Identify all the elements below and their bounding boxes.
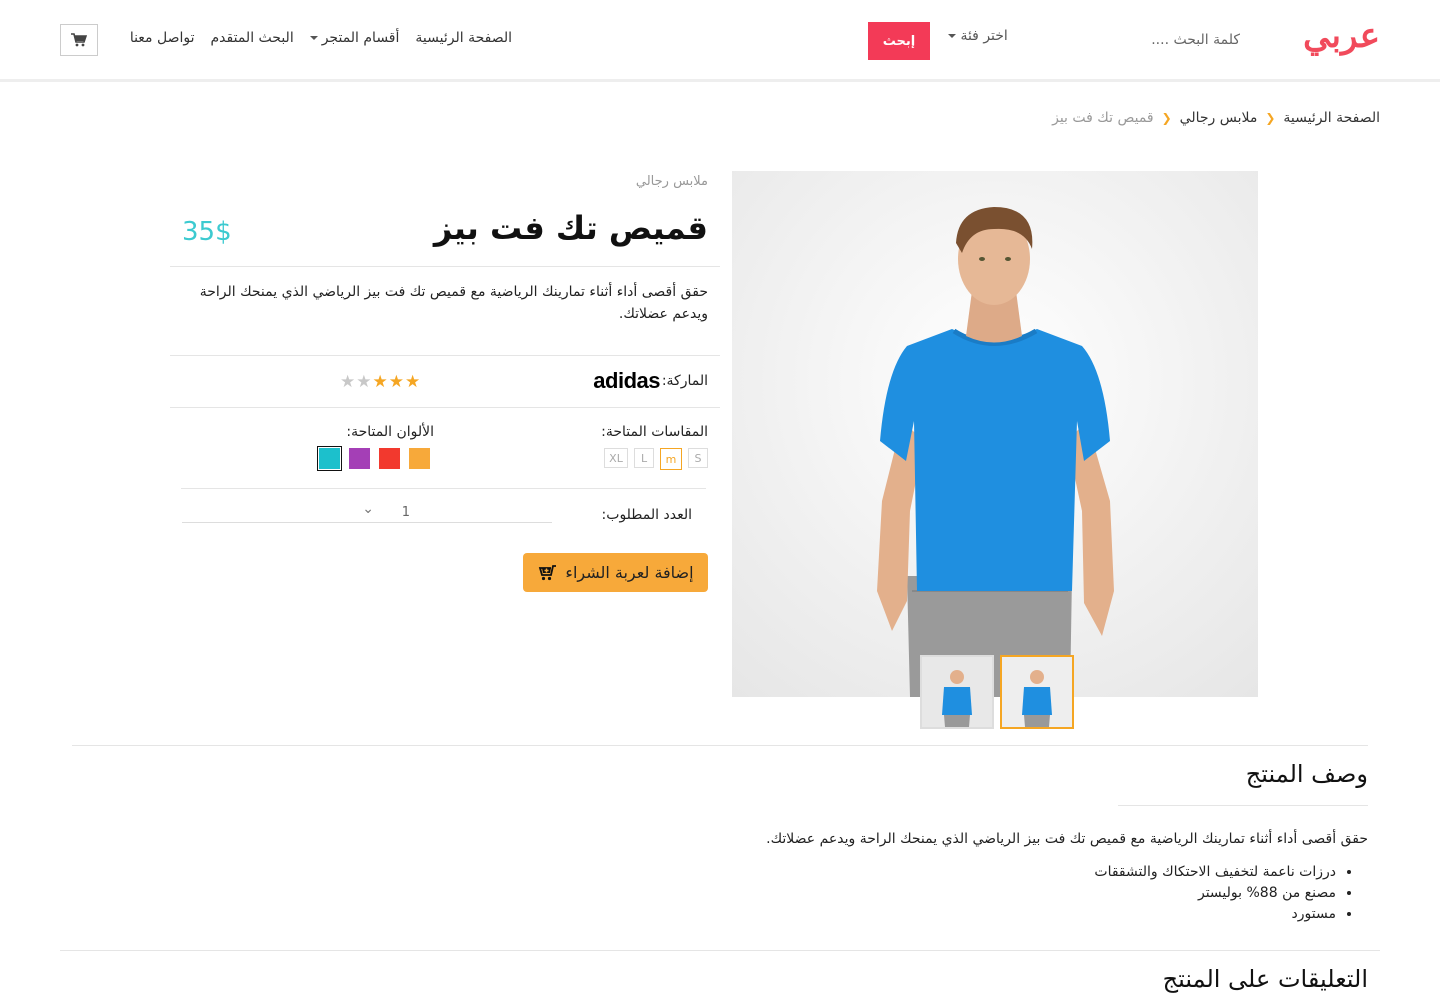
cart-icon — [71, 33, 87, 47]
caret-down-icon — [309, 36, 318, 40]
color-options — [317, 446, 430, 471]
thumbnail-image — [922, 657, 992, 727]
nav-advanced-search[interactable]: البحث المتقدم — [211, 30, 294, 46]
product-thumbnail[interactable] — [920, 655, 994, 729]
nav-contact[interactable]: تواصل معنا — [130, 30, 195, 46]
nav-store-sections-label: أقسام المتجر — [321, 30, 400, 46]
category-select[interactable]: اختر فئة — [944, 28, 1008, 44]
sizes-label: المقاسات المتاحة: — [601, 424, 708, 440]
add-to-cart-button[interactable]: إضافة لعربة الشراء — [523, 553, 708, 592]
nav-home[interactable]: الصفحة الرئيسية — [415, 30, 512, 46]
star-filled-icon: ★ — [405, 372, 422, 392]
divider — [181, 488, 706, 489]
search-button[interactable]: إبحث — [868, 22, 930, 60]
feature-item: مصنع من 88% بوليستر — [1094, 883, 1336, 904]
colors-label: الألوان المتاحة: — [346, 424, 434, 440]
star-filled-icon: ★ — [388, 372, 405, 392]
divider — [170, 407, 720, 408]
quantity-label: العدد المطلوب: — [601, 507, 692, 523]
feature-item: درزات ناعمة لتخفيف الاحتكاك والتشققات — [1094, 862, 1336, 883]
feature-list: درزات ناعمة لتخفيف الاحتكاك والتشققات مص… — [1094, 862, 1336, 925]
chevron-left-icon: ❮ — [1265, 111, 1276, 125]
brand-logo: adidas — [593, 368, 660, 393]
quantity-select[interactable]: 1 ⌄ — [182, 501, 552, 523]
product-thumbnail-active[interactable] — [1000, 655, 1074, 729]
product-category[interactable]: ملابس رجالي — [636, 174, 708, 189]
site-header: عربي اختر فئة إبحث الصفحة الرئيسية أقسام… — [0, 0, 1440, 82]
search-input[interactable] — [1105, 22, 1240, 58]
star-filled-icon: ★ — [372, 372, 389, 392]
chevron-down-icon: ⌄ — [362, 501, 374, 517]
color-swatch-cyan[interactable] — [317, 446, 342, 471]
cart-plus-icon — [539, 565, 557, 581]
size-option-s[interactable]: S — [688, 448, 708, 468]
rating-stars: ★★★★★ — [340, 372, 421, 392]
product-short-description: حقق أقصى أداء أثناء تمارينك الرياضية مع … — [199, 284, 708, 322]
category-select-label: اختر فئة — [960, 28, 1008, 44]
color-swatch-purple[interactable] — [349, 448, 370, 469]
breadcrumb: الصفحة الرئيسية ❮ ملابس رجالي ❮ قميص تك … — [1052, 110, 1380, 126]
title-underline — [1118, 805, 1368, 806]
color-swatch-orange[interactable] — [409, 448, 430, 469]
nav-store-sections[interactable]: أقسام المتجر — [309, 30, 400, 46]
add-to-cart-label: إضافة لعربة الشراء — [565, 563, 694, 582]
thumbnail-image — [1002, 657, 1072, 727]
breadcrumb-current: قميص تك فت بيز — [1052, 110, 1154, 126]
product-title: قميص تك فت بيز — [433, 209, 708, 247]
site-logo[interactable]: عربي — [1303, 16, 1380, 56]
size-option-l[interactable]: L — [634, 448, 654, 468]
caret-down-icon — [948, 34, 956, 38]
breadcrumb-category[interactable]: ملابس رجالي — [1180, 110, 1258, 126]
main-nav: الصفحة الرئيسية أقسام المتجر البحث المتق… — [130, 30, 512, 46]
size-options: S m L XL — [604, 448, 708, 470]
section-divider — [60, 950, 1380, 951]
brand-label: الماركة: — [661, 373, 708, 389]
breadcrumb-home[interactable]: الصفحة الرئيسية — [1283, 110, 1380, 126]
divider — [170, 355, 720, 356]
size-option-xl[interactable]: XL — [604, 448, 628, 468]
star-empty-icon: ★ — [340, 372, 357, 392]
star-empty-icon: ★ — [356, 372, 373, 392]
chevron-left-icon: ❮ — [1161, 111, 1172, 125]
product-main-image[interactable] — [732, 171, 1258, 697]
color-swatch-red[interactable] — [379, 448, 400, 469]
model-illustration — [877, 207, 1114, 697]
feature-item: مستورد — [1094, 904, 1336, 925]
description-text: حقق أقصى أداء أثناء تمارينك الرياضية مع … — [766, 831, 1368, 847]
cart-button[interactable] — [60, 24, 98, 56]
divider — [170, 266, 720, 267]
description-section-title: وصف المنتج — [1245, 760, 1368, 788]
comments-section-title: التعليقات على المنتج — [1162, 965, 1368, 993]
product-price: 35$ — [182, 217, 232, 247]
quantity-value: 1 — [401, 505, 410, 520]
section-divider — [72, 745, 1368, 746]
size-option-m[interactable]: m — [660, 448, 682, 470]
